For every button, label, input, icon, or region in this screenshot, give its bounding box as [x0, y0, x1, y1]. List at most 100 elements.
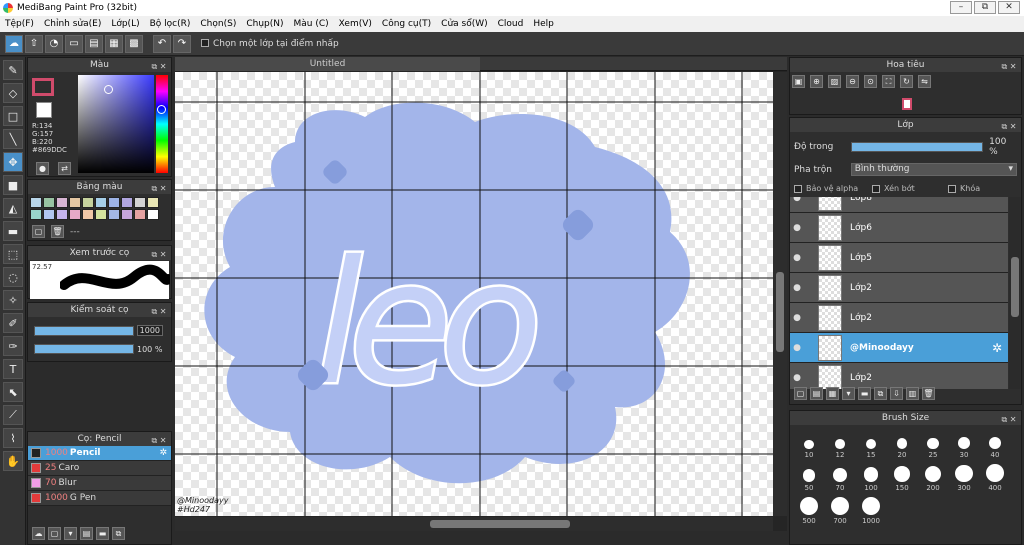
visibility-eye-icon[interactable]: ● [790, 223, 804, 233]
brush-size-preset[interactable]: 100 [856, 462, 886, 492]
palette-swatch[interactable] [82, 197, 94, 208]
visibility-eye-icon[interactable]: ● [790, 283, 804, 293]
brush-size-value[interactable]: 1000 [137, 325, 163, 336]
palette-more[interactable]: --- [70, 227, 80, 237]
brush-size-preset[interactable]: 300 [949, 462, 979, 492]
brush-list-item[interactable]: 1000 G Pen [28, 491, 171, 506]
add-swatch-icon[interactable]: ▢ [32, 225, 45, 238]
layer-row[interactable]: ● Lớp6 [790, 213, 1008, 243]
cloud-icon[interactable]: ☁ [5, 34, 23, 53]
layer-row[interactable]: ● Lớp8 [790, 197, 1008, 213]
palette-swatch[interactable] [147, 197, 159, 208]
hue-slider[interactable] [156, 75, 168, 173]
layer-row[interactable]: ● @Minoodayy ✲ [790, 333, 1008, 363]
move-tool-icon[interactable]: ✥ [3, 152, 23, 172]
zoom-out-icon[interactable]: ⊖ [846, 75, 859, 88]
gear-icon[interactable]: ✲ [992, 341, 1002, 355]
text-tool-icon[interactable]: T [3, 359, 23, 379]
nav-reset-icon[interactable]: ▣ [792, 75, 805, 88]
panel-popout-icon[interactable]: ⧉ ✕ [151, 182, 167, 193]
menu-item-3[interactable]: Bộ lọc(R) [145, 19, 196, 29]
palette-swatch[interactable] [95, 197, 107, 208]
layer-row[interactable]: ● Lớp2 [790, 363, 1008, 389]
horizontal-scrollbar[interactable] [175, 517, 773, 531]
layer-settings-icon[interactable]: ▥ [906, 387, 919, 400]
lock-option[interactable]: Khóa [948, 184, 980, 193]
comment-icon[interactable]: ◔ [45, 34, 63, 53]
document-icon[interactable]: ▤ [85, 34, 103, 53]
gear-icon[interactable]: ✲ [159, 448, 167, 458]
fill-rect-tool-icon[interactable]: ■ [3, 175, 23, 195]
select-layer-checkbox[interactable] [201, 39, 209, 47]
menu-item-10[interactable]: Cloud [493, 19, 529, 29]
palette-mode-icon[interactable]: ● [36, 162, 49, 175]
color-picker-field[interactable] [78, 75, 154, 173]
brush-add-icon[interactable]: ▾ [64, 527, 77, 540]
menu-item-6[interactable]: Màu (C) [289, 19, 334, 29]
panel-popout-icon[interactable]: ⧉ ✕ [151, 434, 167, 445]
zoom-in-icon[interactable]: ⊕ [810, 75, 823, 88]
foreground-color[interactable] [32, 78, 54, 96]
palette-swatch[interactable] [43, 197, 55, 208]
maximize-button[interactable]: ⧉ [974, 1, 996, 14]
line-tool-icon[interactable]: ╲ [3, 129, 23, 149]
eyedropper-tool-icon[interactable]: ⌇ [3, 428, 23, 448]
panel-popout-icon[interactable]: ⧉ ✕ [151, 305, 167, 316]
brush-list-item[interactable]: 25 Caro [28, 461, 171, 476]
palette-swatch[interactable] [121, 209, 133, 220]
close-button[interactable]: ✕ [998, 1, 1020, 14]
brush-size-slider[interactable] [34, 325, 134, 336]
vertical-scrollbar[interactable] [773, 72, 787, 516]
divide-tool-icon[interactable]: ⟋ [3, 405, 23, 425]
layer-row[interactable]: ● Lớp5 [790, 243, 1008, 273]
operation-tool-icon[interactable]: ⬉ [3, 382, 23, 402]
brush-size-preset[interactable]: 25 [918, 429, 948, 459]
brush-size-preset[interactable]: 200 [918, 462, 948, 492]
fullscreen-icon[interactable]: ⛶ [882, 75, 895, 88]
menu-item-2[interactable]: Lớp(L) [106, 19, 144, 29]
new-layer-icon[interactable]: ▢ [794, 387, 807, 400]
hand-tool-icon[interactable]: ✋ [3, 451, 23, 471]
new-brush-icon[interactable]: ▢ [48, 527, 61, 540]
palette-swatch[interactable] [30, 209, 42, 220]
palette-swatch[interactable] [147, 209, 159, 220]
hue-cursor[interactable] [157, 105, 166, 114]
rect-tool-icon[interactable]: □ [3, 106, 23, 126]
brush-size-preset[interactable]: 20 [887, 429, 917, 459]
palette-swatch[interactable] [43, 209, 55, 220]
panel-popout-icon[interactable]: ⧉ ✕ [1001, 120, 1017, 131]
visibility-eye-icon[interactable]: ● [790, 343, 804, 353]
panel-popout-icon[interactable]: ⧉ ✕ [151, 248, 167, 259]
layer-row[interactable]: ● Lớp2 [790, 303, 1008, 333]
menu-item-5[interactable]: Chụp(N) [241, 19, 288, 29]
select-pen-icon[interactable]: ✐ [3, 313, 23, 333]
blend-mode-select[interactable]: Bình thường ▾ [850, 163, 1017, 176]
panel-popout-icon[interactable]: ⧉ ✕ [1001, 413, 1017, 424]
select-layer-option[interactable]: Chọn một lớp tại điểm nhấp [201, 39, 339, 49]
undo-icon[interactable]: ↶ [153, 34, 171, 53]
brush-size-preset[interactable]: 700 [825, 495, 855, 525]
gradient-tool-icon[interactable]: ▬ [3, 221, 23, 241]
brush-list-item[interactable]: 1000 Pencil ✲ [28, 446, 171, 461]
delete-swatch-icon[interactable]: 🗑 [51, 225, 64, 238]
panel-popout-icon[interactable]: ⧉ ✕ [1001, 60, 1017, 71]
brush-size-preset[interactable]: 70 [825, 462, 855, 492]
layer-folder-icon[interactable]: ▬ [858, 387, 871, 400]
navigator-thumbnail[interactable] [902, 98, 912, 110]
palette-swatch[interactable] [95, 209, 107, 220]
new-halftone-layer-icon[interactable]: ▤ [810, 387, 823, 400]
palette-swatch[interactable] [69, 209, 81, 220]
palette-swatch[interactable] [82, 209, 94, 220]
palette-swatch[interactable] [30, 197, 42, 208]
select-eraser-icon[interactable]: ✑ [3, 336, 23, 356]
lasso-tool-icon[interactable]: ◌ [3, 267, 23, 287]
brush-size-preset[interactable]: 40 [980, 429, 1010, 459]
bucket-tool-icon[interactable]: ◭ [3, 198, 23, 218]
delete-layer-icon[interactable]: 🗑 [922, 387, 935, 400]
eraser-tool-icon[interactable]: ◇ [3, 83, 23, 103]
select-tool-icon[interactable]: ⬚ [3, 244, 23, 264]
layer-opacity-slider[interactable] [850, 142, 984, 152]
brush-size-preset[interactable]: 10 [794, 429, 824, 459]
drawing-canvas[interactable]: leo @Minoodayy #Hd247 [175, 72, 773, 516]
cloud-brush-icon[interactable]: ☁ [32, 527, 45, 540]
